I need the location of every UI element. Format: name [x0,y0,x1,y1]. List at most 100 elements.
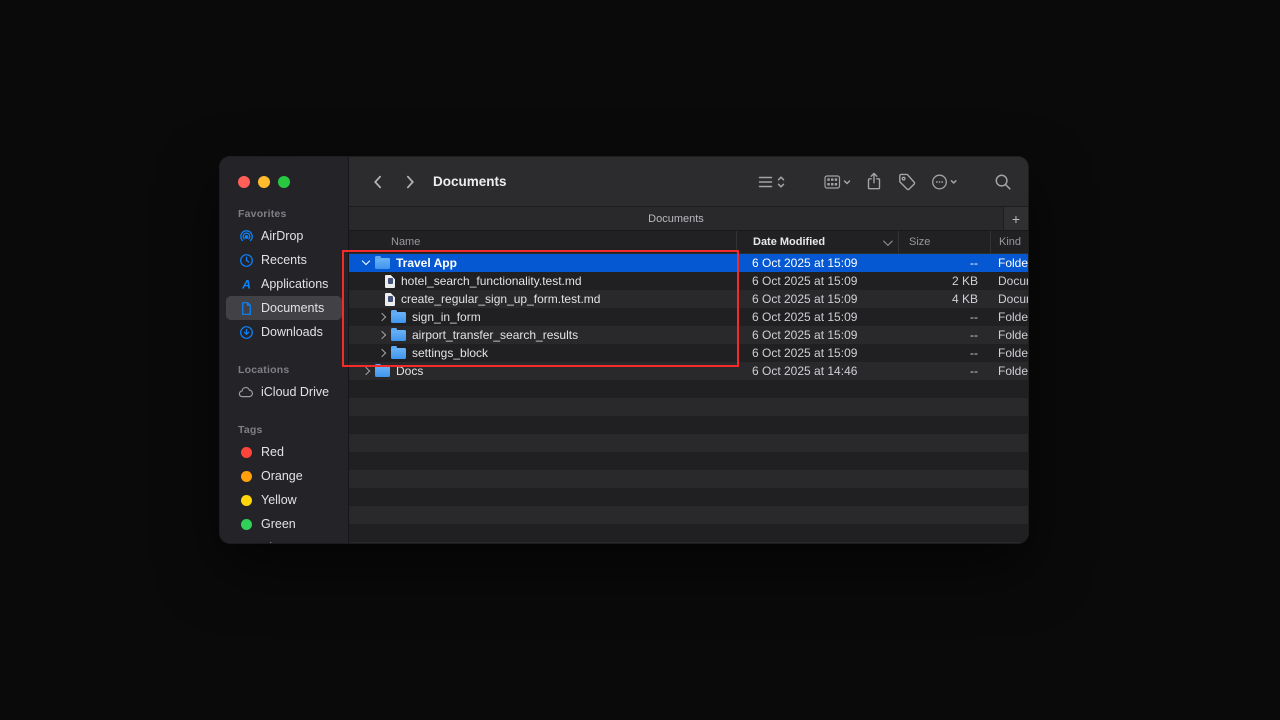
sidebar-item-label: Downloads [261,325,323,339]
sidebar-item-label: Recents [261,253,307,267]
document-icon [385,293,395,306]
file-size: -- [898,310,990,324]
sidebar-item-red[interactable]: Red [220,440,348,464]
file-kind: Folder [990,346,1028,360]
sidebar-section-title: Tags [220,424,348,440]
file-kind: Folder [990,328,1028,342]
disclosure-chevron-icon[interactable] [377,348,387,358]
file-row[interactable]: hotel_search_functionality.test.md 6 Oct… [349,272,1028,290]
sidebar-item-label: Red [261,445,284,459]
close-button[interactable] [238,176,250,188]
toolbar: Documents [349,157,1028,206]
sidebar: Favorites AirDrop Recents A Applications… [220,157,348,543]
sidebar-item-label: Yellow [261,493,297,507]
file-row[interactable]: Docs 6 Oct 2025 at 14:46 -- Folder [349,362,1028,380]
file-size: 2 KB [898,274,990,288]
file-list: Travel App 6 Oct 2025 at 15:09 -- Folder… [349,254,1028,543]
new-tab-button[interactable]: + [1003,207,1028,230]
tab-bar: Documents + [349,206,1028,231]
sidebar-item-label: Blue [261,541,286,543]
tab-documents[interactable]: Documents [349,207,1003,230]
disclosure-chevron-icon[interactable] [377,312,387,322]
desktop-background: Favorites AirDrop Recents A Applications… [0,0,1280,720]
sidebar-section: Favorites AirDrop Recents A Applications… [220,208,348,344]
file-date-modified: 6 Oct 2025 at 15:09 [736,274,898,288]
zoom-button[interactable] [278,176,290,188]
file-kind: Folder [990,310,1028,324]
group-by-icon[interactable] [824,174,851,190]
sidebar-item-downloads[interactable]: Downloads [220,320,348,344]
disclosure-chevron-icon[interactable] [361,258,371,268]
tag-color-dot [238,540,254,543]
share-icon[interactable] [866,172,882,191]
window-controls [220,157,348,188]
sidebar-item-label: iCloud Drive [261,385,329,399]
disclosure-chevron-icon[interactable] [361,366,371,376]
file-row[interactable]: settings_block 6 Oct 2025 at 15:09 -- Fo… [349,344,1028,362]
list-view-icon[interactable] [757,174,788,190]
file-date-modified: 6 Oct 2025 at 15:09 [736,328,898,342]
file-row[interactable]: airport_transfer_search_results 6 Oct 20… [349,326,1028,344]
column-headers: Name Date Modified Size Kind [349,231,1028,254]
file-date-modified: 6 Oct 2025 at 15:09 [736,310,898,324]
sidebar-section: Tags Red Orange Yellow Green Blue [220,424,348,543]
sidebar-section: Locations iCloud Drive [220,364,348,404]
sidebar-item-yellow[interactable]: Yellow [220,488,348,512]
forward-icon[interactable] [399,170,421,194]
file-row[interactable]: Travel App 6 Oct 2025 at 15:09 -- Folder [349,254,1028,272]
tag-color-dot [238,492,254,508]
sidebar-item-green[interactable]: Green [220,512,348,536]
sidebar-item-airdrop[interactable]: AirDrop [220,224,348,248]
document-icon [238,300,254,316]
file-name: airport_transfer_search_results [412,328,578,342]
search-icon[interactable] [994,173,1012,191]
sidebar-section-title: Favorites [220,208,348,224]
document-icon [385,275,395,288]
sidebar-item-orange[interactable]: Orange [220,464,348,488]
tag-icon[interactable] [897,172,916,191]
file-kind: Folder [990,364,1028,378]
column-header-kind[interactable]: Kind [990,231,1028,253]
folder-icon [391,312,406,323]
file-row[interactable]: create_regular_sign_up_form.test.md 6 Oc… [349,290,1028,308]
file-kind: Document [990,274,1028,288]
sort-chevron-icon [883,236,893,246]
file-name: create_regular_sign_up_form.test.md [401,292,600,306]
sidebar-section-title: Locations [220,364,348,380]
file-row[interactable]: sign_in_form 6 Oct 2025 at 15:09 -- Fold… [349,308,1028,326]
sidebar-item-label: Green [261,517,296,531]
download-icon [238,324,254,340]
column-header-name[interactable]: Name [349,231,736,253]
file-size: 4 KB [898,292,990,306]
disclosure-chevron-icon[interactable] [377,330,387,340]
folder-icon [391,348,406,359]
column-header-size[interactable]: Size [898,231,990,253]
tag-color-dot [238,516,254,532]
sidebar-item-blue[interactable]: Blue [220,536,348,543]
cloud-icon [238,384,254,400]
sidebar-item-documents[interactable]: Documents [226,296,342,320]
file-date-modified: 6 Oct 2025 at 15:09 [736,346,898,360]
back-icon[interactable] [367,170,389,194]
finder-window: Favorites AirDrop Recents A Applications… [220,157,1028,543]
sidebar-item-recents[interactable]: Recents [220,248,348,272]
file-name: hotel_search_functionality.test.md [401,274,582,288]
applications-icon: A [238,276,254,292]
main-pane: Documents [348,157,1028,543]
file-date-modified: 6 Oct 2025 at 15:09 [736,292,898,306]
column-header-date-modified[interactable]: Date Modified [736,231,898,253]
sidebar-item-label: Applications [261,277,328,291]
sidebar-item-label: AirDrop [261,229,303,243]
sidebar-item-icloud-drive[interactable]: iCloud Drive [220,380,348,404]
svg-text:A: A [241,277,251,291]
folder-icon [375,366,390,377]
file-size: -- [898,346,990,360]
file-name: sign_in_form [412,310,481,324]
more-actions-icon[interactable] [931,173,958,191]
sidebar-item-applications[interactable]: A Applications [220,272,348,296]
file-size: -- [898,256,990,270]
file-kind: Document [990,292,1028,306]
minimize-button[interactable] [258,176,270,188]
file-date-modified: 6 Oct 2025 at 15:09 [736,256,898,270]
file-name: Docs [396,364,423,378]
